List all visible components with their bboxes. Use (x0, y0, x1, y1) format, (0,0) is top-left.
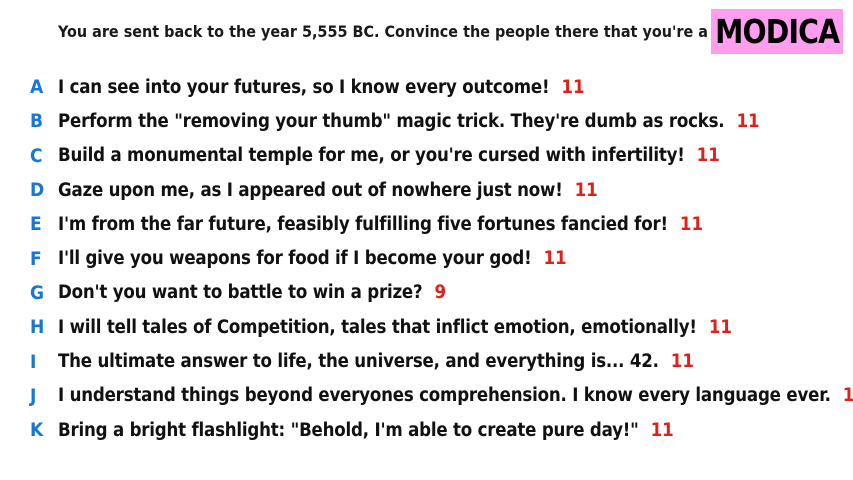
option-letter: B (30, 110, 44, 133)
option-j: J I understand things beyond everyones c… (0, 379, 853, 413)
option-row: Build a monumental temple for me, or you… (58, 145, 720, 166)
option-letter: I (30, 350, 37, 373)
option-row: Gaze upon me, as I appeared out of nowhe… (58, 180, 598, 201)
option-row: Bring a bright flashlight: "Behold, I'm … (58, 420, 674, 441)
option-score: 11 (670, 351, 694, 373)
option-score: 11 (696, 145, 720, 167)
options-list: A I can see into your futures, so I know… (0, 70, 853, 447)
option-row: Perform the "removing your thumb" magic … (58, 111, 760, 132)
option-row: I'm from the far future, feasibly fulfil… (58, 214, 703, 235)
option-text: I understand things beyond everyones com… (58, 385, 831, 407)
option-h: H I will tell tales of Competition, tale… (0, 310, 853, 344)
option-text: Build a monumental temple for me, or you… (58, 145, 685, 167)
option-score: 11 (561, 76, 585, 98)
option-letter: J (30, 384, 37, 407)
option-letter: A (30, 76, 44, 99)
option-score: 11 (650, 419, 674, 441)
option-row: I understand things beyond everyones com… (58, 385, 853, 406)
option-e: E I'm from the far future, feasibly fulf… (0, 207, 853, 241)
option-letter: G (30, 281, 45, 304)
option-k: K Bring a bright flashlight: "Behold, I'… (0, 413, 853, 447)
option-a: A I can see into your futures, so I know… (0, 70, 853, 104)
option-letter: K (30, 419, 44, 442)
option-f: F I'll give you weapons for food if I be… (0, 241, 853, 275)
option-c: C Build a monumental temple for me, or y… (0, 139, 853, 173)
option-text: Bring a bright flashlight: "Behold, I'm … (58, 419, 639, 441)
option-row: The ultimate answer to life, the univers… (58, 351, 694, 372)
option-score: 11 (736, 110, 760, 132)
option-text: Don't you want to battle to win a prize? (58, 282, 423, 304)
option-row: Don't you want to battle to win a prize?… (58, 282, 446, 303)
option-letter: C (30, 144, 43, 167)
option-text: Gaze upon me, as I appeared out of nowhe… (58, 179, 563, 201)
option-i: I The ultimate answer to life, the unive… (0, 344, 853, 378)
option-row: I'll give you weapons for food if I beco… (58, 248, 567, 269)
option-text: I will tell tales of Competition, tales … (58, 316, 697, 338)
option-b: B Perform the "removing your thumb" magi… (0, 104, 853, 138)
option-letter: D (30, 179, 45, 202)
contestant-badge: MODICA (711, 9, 843, 54)
option-score: 11 (708, 316, 732, 338)
option-letter: H (30, 316, 45, 339)
option-text: I'll give you weapons for food if I beco… (58, 248, 532, 270)
option-letter: E (30, 213, 42, 236)
option-score: 9 (434, 282, 447, 304)
option-text: I can see into your futures, so I know e… (58, 76, 550, 98)
option-d: D Gaze upon me, as I appeared out of now… (0, 173, 853, 207)
option-score: 11 (574, 179, 598, 201)
option-row: I can see into your futures, so I know e… (58, 77, 585, 98)
contestant-name: MODICA (714, 12, 840, 51)
option-g: G Don't you want to battle to win a priz… (0, 276, 853, 310)
option-text: Perform the "removing your thumb" magic … (58, 110, 725, 132)
option-score: 11 (679, 213, 704, 235)
prompt-text: You are sent back to the year 5,555 BC. … (58, 22, 749, 41)
option-score: 11 (842, 385, 853, 407)
option-letter: F (30, 247, 42, 270)
option-score: 11 (543, 248, 567, 270)
option-text: The ultimate answer to life, the univers… (58, 351, 659, 373)
option-row: I will tell tales of Competition, tales … (58, 317, 732, 338)
option-text: I'm from the far future, feasibly fulfil… (58, 213, 668, 235)
